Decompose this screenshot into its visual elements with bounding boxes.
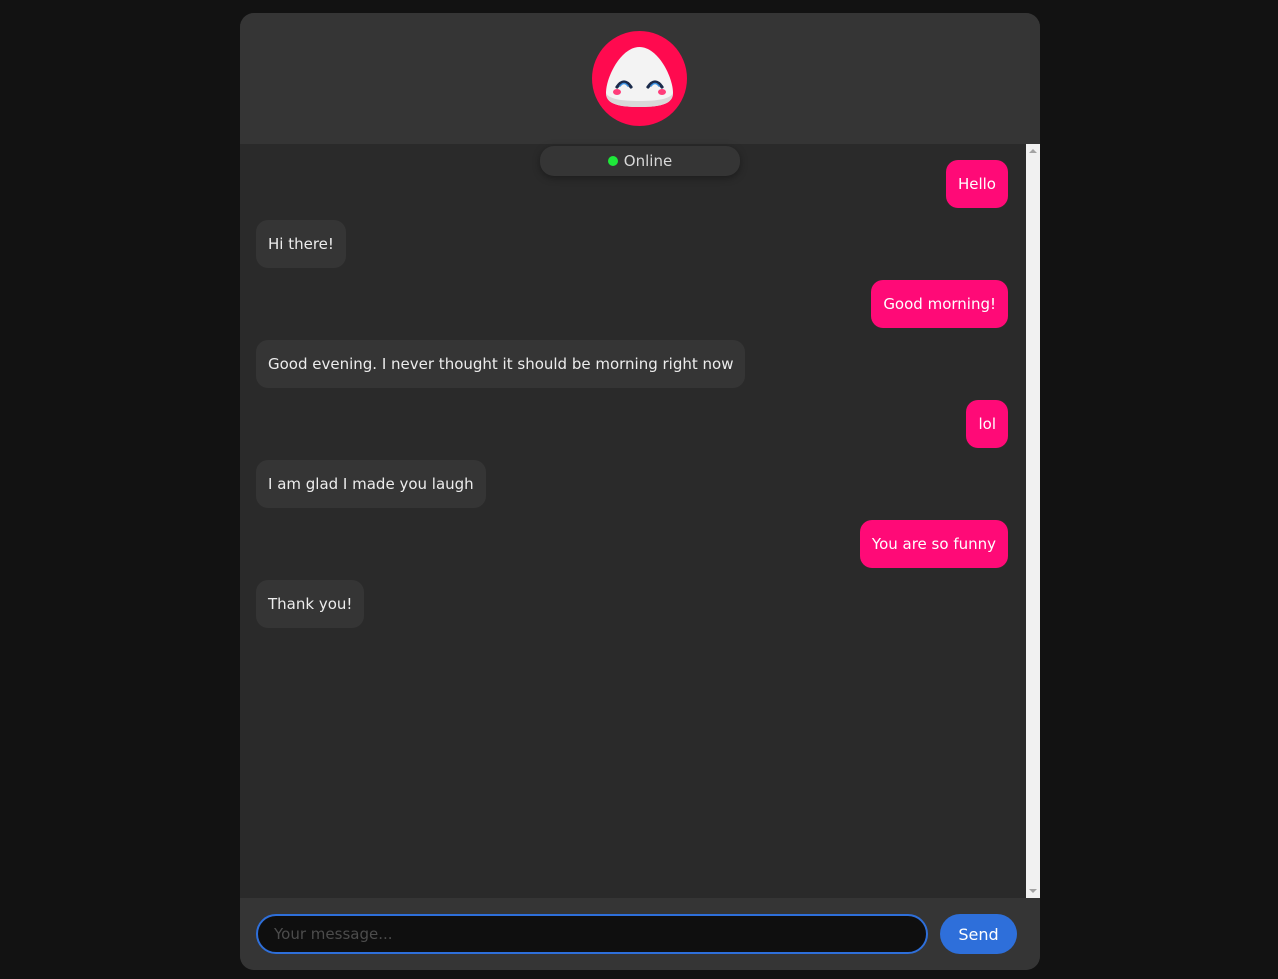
send-button[interactable]: Send	[940, 914, 1017, 954]
status-badge: Online	[540, 146, 740, 176]
message-input[interactable]	[256, 914, 928, 954]
scroll-down-arrow-icon[interactable]	[1029, 889, 1037, 893]
chat-header	[240, 13, 1040, 144]
chat-window: Online Hello Hi there! Good morning! Goo…	[240, 13, 1040, 970]
bot-avatar	[592, 31, 687, 126]
message-bubble-sent: lol	[966, 400, 1008, 448]
status-label: Online	[623, 152, 673, 170]
scroll-up-arrow-icon[interactable]	[1029, 149, 1037, 153]
message-bubble-received: I am glad I made you laugh	[256, 460, 486, 508]
message-bubble-sent: Good morning!	[871, 280, 1008, 328]
message-bubble-sent: You are so funny	[859, 520, 1008, 568]
online-dot-icon	[607, 156, 618, 166]
messages-area[interactable]: Online Hello Hi there! Good morning! Goo…	[240, 144, 1026, 898]
message-composer: Send	[240, 898, 1040, 970]
messages-scrollbar[interactable]	[1026, 144, 1040, 898]
message-bubble-received: Good evening. I never thought it should …	[256, 340, 746, 388]
message-bubble-received: Hi there!	[256, 220, 346, 268]
message-bubble-sent: Hello	[945, 160, 1008, 208]
smiling-blob-mascot-icon	[606, 47, 673, 107]
message-bubble-received: Thank you!	[256, 580, 365, 628]
